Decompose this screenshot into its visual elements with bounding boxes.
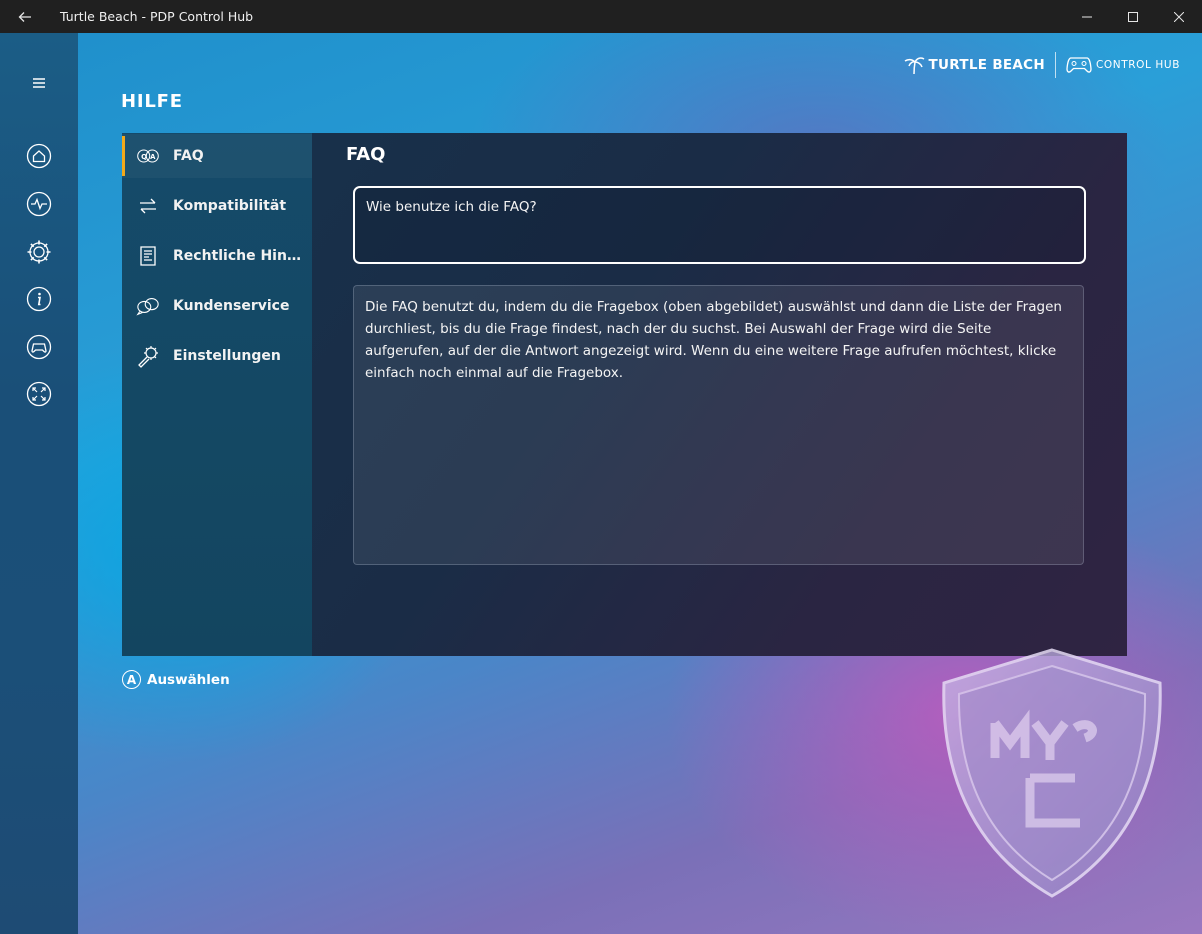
nav-fullscreen[interactable] [26,381,52,407]
question-text: Wie benutze ich die FAQ? [366,199,537,215]
question-box[interactable]: Wie benutze ich die FAQ? [353,186,1086,264]
nav-home[interactable] [26,143,52,169]
side-menu-item-kompatibilitaet[interactable]: Kompatibilität [122,184,312,228]
title-bar: Turtle Beach - PDP Control Hub [0,0,1202,34]
brand-divider [1055,52,1056,78]
close-icon [1174,11,1184,22]
close-button[interactable] [1156,0,1202,33]
side-menu-label: Einstellungen [173,348,281,364]
content-title: FAQ [346,144,386,165]
side-menu-label: Kundenservice [173,298,290,314]
nav-activity[interactable] [26,191,52,217]
minimize-icon [1082,16,1092,17]
back-arrow-icon [18,11,31,22]
left-nav [0,33,78,934]
a-button-icon: A [122,670,141,689]
side-menu-label: Rechtliche Hinweise [173,248,311,264]
control-hub-logo: CONTROL HUB [1066,56,1180,74]
swap-arrows-icon [140,198,156,214]
document-icon [140,246,156,266]
expand-icon [26,381,52,407]
palm-tree-icon [904,57,924,75]
gamepad-icon [26,334,52,360]
page-title: HILFE [121,91,183,112]
app-area: TURTLE BEACH CONTROL HUB HILFE QA FAQ Ko… [0,33,1202,934]
gear-icon [27,240,51,264]
side-menu-item-kundenservice[interactable]: Kundenservice [122,284,312,328]
faq-icon: QA [137,149,159,163]
maximize-icon [1128,11,1138,22]
answer-text: Die FAQ benutzt du, indem du die Fragebo… [353,285,1084,565]
window-title: Turtle Beach - PDP Control Hub [60,9,254,24]
menu-button[interactable] [26,70,52,96]
info-icon [26,286,52,312]
side-menu-item-rechtliche-hinweise[interactable]: Rechtliche Hinweise [122,234,312,278]
product-name: CONTROL HUB [1096,59,1180,71]
minimize-button[interactable] [1064,0,1110,33]
side-menu-item-faq[interactable]: QA FAQ [122,134,312,178]
help-panel: QA FAQ Kompatibilität Rechtliche Hinweis… [122,133,1127,656]
pulse-icon [26,191,52,217]
shield-watermark [942,648,1162,898]
turtle-beach-logo: TURTLE BEACH [903,55,1045,75]
nav-settings[interactable] [26,239,52,265]
controller-logo-icon [1066,57,1092,73]
wrench-gear-icon [138,346,158,368]
svg-text:A: A [150,153,156,161]
nav-info[interactable] [26,286,52,312]
select-hint: A Auswählen [122,670,230,689]
chat-bubbles-icon [136,298,159,316]
brand-name: TURTLE BEACH [928,57,1045,73]
help-side-menu: QA FAQ Kompatibilität Rechtliche Hinweis… [122,133,312,656]
svg-text:Q: Q [141,153,147,161]
side-menu-item-einstellungen[interactable]: Einstellungen [122,334,312,378]
side-menu-label: Kompatibilität [173,198,287,214]
home-icon [26,143,52,169]
side-menu-label: FAQ [173,148,204,164]
select-hint-label: Auswählen [147,671,230,688]
brand-header: TURTLE BEACH CONTROL HUB [903,51,1180,79]
hamburger-icon [33,78,45,88]
maximize-button[interactable] [1110,0,1156,33]
back-button[interactable] [0,0,50,33]
nav-controller[interactable] [26,334,52,360]
